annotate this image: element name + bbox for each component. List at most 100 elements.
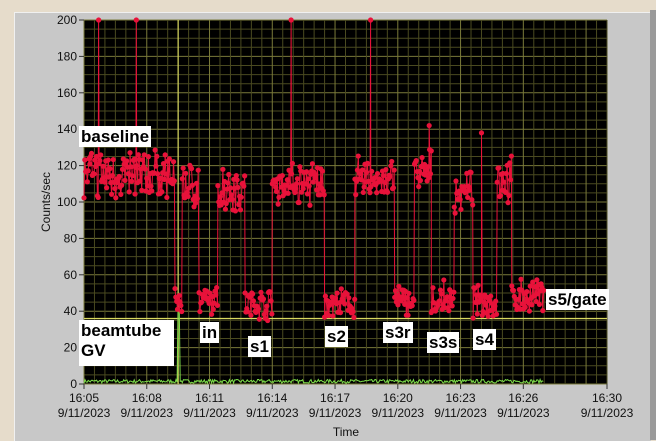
data-point — [503, 170, 509, 177]
data-point — [95, 194, 101, 201]
data-point — [193, 180, 200, 186]
time-chart: 020406080100120140160180200 16:059/11/20… — [39, 13, 634, 439]
data-point — [268, 298, 274, 304]
data-point — [267, 289, 273, 295]
data-point — [388, 163, 394, 169]
data-point — [100, 163, 106, 169]
data-point — [413, 158, 419, 164]
data-point — [162, 152, 168, 158]
y-tick-label: 200 — [57, 13, 77, 27]
data-point — [124, 158, 130, 164]
x-tick-date: 9/11/2023 — [58, 406, 111, 420]
data-point — [540, 307, 546, 314]
data-point — [536, 301, 543, 308]
data-point — [342, 301, 348, 307]
data-point — [214, 302, 221, 309]
data-point — [452, 210, 458, 216]
data-point — [144, 175, 150, 181]
data-point — [451, 289, 457, 295]
x-tick-date: 9/11/2023 — [246, 406, 299, 420]
data-point — [515, 296, 522, 302]
data-point — [483, 302, 489, 308]
data-point — [383, 166, 389, 173]
y-tick-label: 100 — [57, 195, 77, 209]
data-point — [126, 189, 132, 195]
data-point — [135, 152, 141, 158]
data-point — [87, 161, 93, 167]
annotation-s1: s1 — [248, 336, 271, 357]
data-point — [389, 158, 395, 165]
data-point — [122, 177, 128, 183]
x-axis: 16:059/11/202316:089/11/202316:119/11/20… — [58, 384, 634, 420]
data-point — [209, 311, 215, 317]
data-point — [107, 166, 113, 172]
data-point — [119, 166, 126, 172]
data-point — [139, 157, 146, 163]
data-point — [265, 317, 271, 324]
data-point — [242, 173, 248, 179]
data-point — [279, 172, 285, 179]
data-point — [391, 167, 397, 173]
data-point — [179, 176, 185, 182]
data-point — [321, 192, 327, 198]
data-point — [250, 298, 257, 304]
data-point — [284, 177, 290, 183]
data-point — [493, 298, 499, 304]
data-point — [180, 165, 186, 171]
data-point — [294, 176, 300, 182]
data-point — [338, 286, 344, 292]
data-point — [152, 147, 158, 153]
data-point — [392, 288, 399, 294]
data-point — [493, 311, 500, 317]
data-point — [91, 171, 97, 177]
y-tick-label: 160 — [57, 86, 77, 100]
x-tick-time: 16:11 — [195, 391, 224, 405]
data-point — [296, 199, 302, 206]
data-point — [226, 171, 232, 178]
data-point — [304, 191, 311, 197]
data-point — [105, 157, 111, 163]
data-point — [496, 165, 502, 171]
data-point — [236, 202, 242, 208]
data-point — [275, 201, 281, 207]
data-point — [438, 291, 444, 297]
data-point — [446, 308, 452, 314]
data-point — [164, 194, 170, 201]
data-point — [97, 158, 103, 164]
data-point — [417, 177, 423, 184]
data-point — [154, 153, 160, 159]
data-point — [441, 277, 447, 283]
data-point — [101, 174, 107, 181]
data-point — [470, 202, 476, 208]
y-tick-label: 140 — [57, 122, 77, 136]
x-tick-date: 9/11/2023 — [183, 406, 236, 420]
data-point — [289, 160, 295, 166]
data-point — [300, 186, 306, 192]
data-point — [127, 150, 133, 156]
data-point — [369, 168, 375, 174]
data-point — [337, 309, 344, 316]
data-point — [159, 189, 165, 195]
x-axis-label: Time — [333, 425, 360, 439]
data-point — [213, 292, 219, 298]
data-point — [98, 152, 104, 158]
data-point — [402, 301, 408, 307]
y-tick-label: 180 — [57, 49, 77, 63]
data-point — [405, 312, 411, 318]
data-point — [313, 172, 319, 178]
data-point — [488, 293, 494, 299]
data-point — [426, 122, 432, 129]
data-point — [256, 316, 262, 322]
data-point — [234, 177, 240, 183]
data-point — [334, 290, 340, 296]
data-point — [238, 194, 244, 200]
data-point — [474, 311, 480, 317]
data-point — [453, 178, 459, 184]
data-point — [351, 314, 357, 321]
data-point — [134, 163, 140, 169]
data-point — [133, 17, 139, 23]
annotation-s5-gate: s5/gate — [546, 289, 609, 310]
data-point — [529, 302, 535, 308]
data-point — [444, 294, 450, 300]
data-point — [235, 184, 241, 191]
